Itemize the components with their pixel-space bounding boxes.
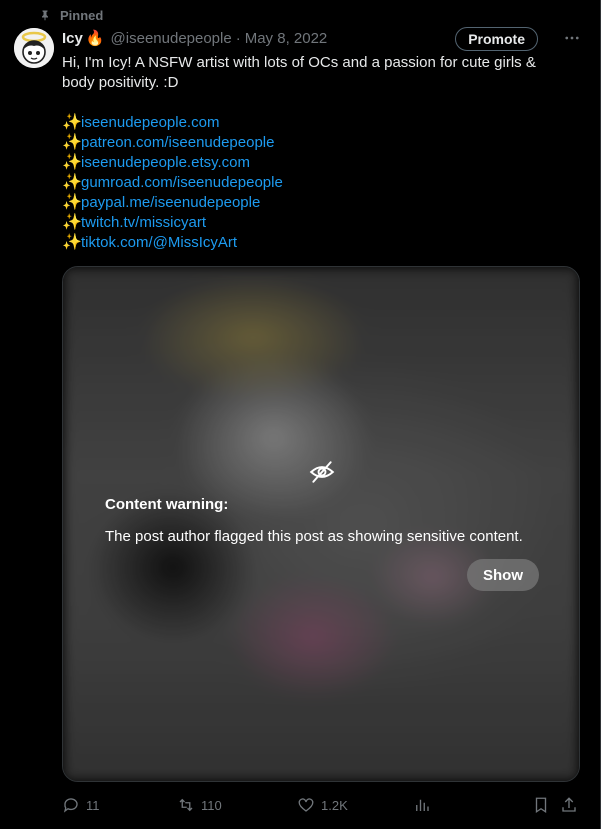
action-bar: 11 110 1.2K [62,794,580,816]
content-warning-title: Content warning: [105,496,229,513]
eye-off-icon [309,461,335,483]
repost-count: 110 [201,797,222,813]
like-button[interactable]: 1.2K [297,794,348,816]
show-button[interactable]: Show [467,559,539,591]
link-url[interactable]: gumroad.com/iseenudepeople [81,173,283,193]
link-row: ✨ tiktok.com/@MissIcyArt [62,233,283,253]
link-url[interactable]: iseenudepeople.com [81,113,219,133]
more-icon [565,36,579,40]
link-url[interactable]: patreon.com/iseenudepeople [81,133,274,153]
tweet-date[interactable]: May 8, 2022 [245,30,328,47]
bookmark-icon [535,797,547,814]
sparkle-icon: ✨ [62,174,82,191]
sparkle-icon: ✨ [62,214,82,231]
link-url[interactable]: twitch.tv/missicyart [81,213,206,233]
pinned-indicator: Pinned [39,7,103,23]
sparkle-icon: ✨ [62,154,82,171]
tweet-text-line: body positivity. :D [62,74,179,91]
bookmark-button[interactable] [532,794,550,816]
heart-icon [298,798,314,812]
analytics-icon [416,799,429,811]
repost-icon [179,798,193,812]
sparkle-icon: ✨ [62,194,82,211]
more-options-button[interactable] [560,26,584,50]
avatar-image [14,28,54,68]
user-handle[interactable]: @iseenudepeople [111,30,232,47]
tweet-header: Icy 🔥 @iseenudepeople · May 8, 2022 Prom… [62,26,586,51]
reply-button[interactable]: 11 [62,794,100,816]
link-row: ✨ paypal.me/iseenudepeople [62,193,283,213]
reply-count: 11 [86,797,100,813]
share-icon [562,797,576,812]
name-emoji: 🔥 [85,30,105,47]
link-row: ✨ iseenudepeople.com [62,113,283,133]
reply-icon [63,798,78,813]
promote-button[interactable]: Promote [455,27,538,51]
sensitive-media[interactable]: Content warning: The post author flagged… [62,266,580,782]
link-list: ✨ iseenudepeople.com ✨ patreon.com/iseenud… [62,113,283,253]
pinned-tweet[interactable]: Pinned Icy 🔥 @iseenudepeople · May 8, 20… [0,0,601,829]
tweet-text-line: Hi, I'm Icy! A NSFW artist with lots of … [62,54,536,71]
sparkle-icon: ✨ [62,134,82,151]
display-name[interactable]: Icy [62,30,83,47]
link-url[interactable]: paypal.me/iseenudepeople [81,193,260,213]
media-overlay [63,267,579,781]
link-row: ✨ iseenudepeople.etsy.com [62,153,283,173]
link-url[interactable]: iseenudepeople.etsy.com [81,153,250,173]
tweet-text: Hi, I'm Icy! A NSFW artist with lots of … [62,53,562,93]
sparkle-icon: ✨ [62,234,82,251]
link-url[interactable]: tiktok.com/@MissIcyArt [81,233,237,253]
link-row: ✨ patreon.com/iseenudepeople [62,133,283,153]
separator: · [235,29,241,47]
sparkle-icon: ✨ [62,114,82,131]
link-row: ✨ gumroad.com/iseenudepeople [62,173,283,193]
repost-button[interactable]: 110 [177,794,222,816]
pinned-label: Pinned [60,7,104,23]
views-button[interactable] [413,794,431,816]
like-count: 1.2K [321,797,348,813]
avatar[interactable] [14,28,54,68]
share-button[interactable] [560,794,578,816]
content-warning-text: The post author flagged this post as sho… [105,528,523,545]
link-row: ✨ twitch.tv/missicyart [62,213,283,233]
pin-icon [42,10,48,21]
